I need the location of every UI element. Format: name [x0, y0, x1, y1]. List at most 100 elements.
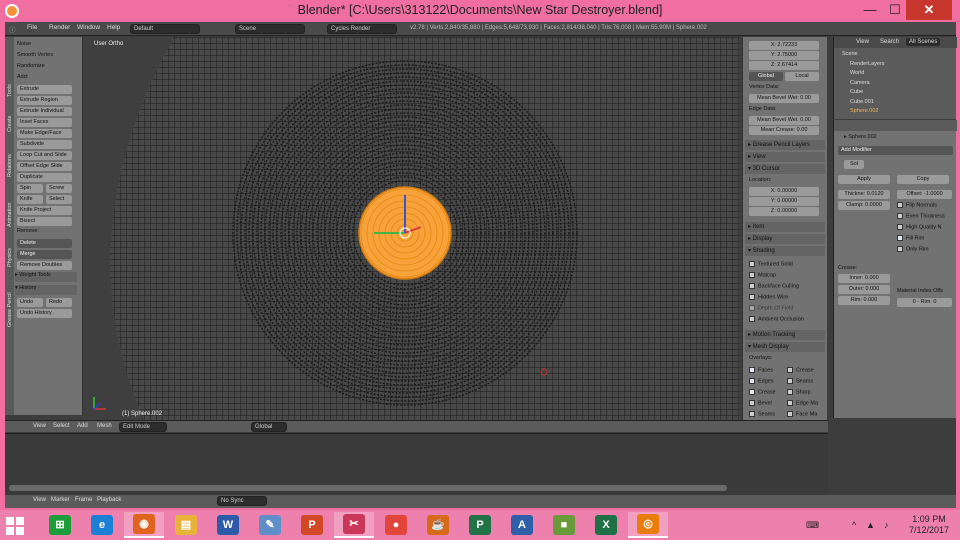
- tray-overflow-icon[interactable]: ^: [852, 520, 856, 530]
- clamp-field[interactable]: Clamp: 0.0000: [838, 201, 890, 210]
- volume-icon[interactable]: ♪: [884, 520, 889, 530]
- tool-panel-header[interactable]: ▾ History: [15, 285, 77, 295]
- panel-motion-tracking[interactable]: ▸ Motion Tracking: [745, 330, 825, 340]
- taskbar-app-chrome[interactable]: ●: [376, 512, 416, 538]
- tl-menu-marker[interactable]: Marker: [51, 497, 70, 503]
- tab-relations[interactable]: Relations: [7, 154, 13, 177]
- tool-button[interactable]: Knife Project: [17, 206, 72, 215]
- orientation-dropdown[interactable]: Global: [251, 422, 287, 432]
- vp-menu-view[interactable]: View: [33, 423, 46, 429]
- mesh-display-option[interactable]: Edge Ma: [787, 400, 818, 406]
- checkbox-icon[interactable]: [749, 389, 755, 395]
- tool-button[interactable]: Knife: [17, 195, 43, 204]
- offset-field[interactable]: Offset: -1.0000: [897, 190, 952, 199]
- shading-depth-of-field[interactable]: Depth Of Field: [749, 305, 793, 311]
- tool-button[interactable]: Undo History: [17, 309, 72, 318]
- vp-menu-select[interactable]: Select: [53, 423, 70, 429]
- checkbox-icon[interactable]: [897, 213, 903, 219]
- outliner-item[interactable]: RenderLayers: [850, 61, 885, 67]
- tool-button[interactable]: Extrude Individual: [17, 107, 72, 116]
- checkbox-icon[interactable]: [787, 367, 793, 373]
- layout-dropdown[interactable]: Default: [130, 24, 200, 34]
- mesh-display-option[interactable]: Sharp: [787, 389, 811, 395]
- panel-3d-cursor[interactable]: ▾ 3D Cursor: [745, 164, 825, 174]
- solidify-option[interactable]: Flip Normals: [897, 202, 937, 208]
- solidify-option[interactable]: Even Thickness: [897, 213, 945, 219]
- vertex-z-field[interactable]: Z: 2.67414: [749, 61, 819, 70]
- taskbar-app-store[interactable]: ⊞: [40, 512, 80, 538]
- thickness-field[interactable]: Thickne: 0.0120: [838, 190, 890, 199]
- shading-backface-culling[interactable]: Backface Culling: [749, 283, 799, 289]
- taskbar-app-writer[interactable]: A: [502, 512, 542, 538]
- taskbar-app-snipping-tool[interactable]: ✂: [334, 512, 374, 538]
- mesh-wireframe[interactable]: [84, 37, 740, 420]
- taskbar-app-word[interactable]: W: [208, 512, 248, 538]
- outliner-display-dropdown[interactable]: All Scenes: [906, 38, 941, 46]
- mesh-display-option[interactable]: Faces: [749, 367, 773, 373]
- checkbox-icon[interactable]: [787, 389, 793, 395]
- tl-menu-frame[interactable]: Frame: [75, 497, 92, 503]
- solidify-option[interactable]: Fill Rim: [897, 235, 924, 241]
- checkbox-icon[interactable]: [897, 224, 903, 230]
- copy-button[interactable]: Copy: [897, 175, 949, 184]
- checkbox-icon[interactable]: [787, 411, 793, 417]
- editor-type-icon[interactable]: ⓘ: [9, 24, 16, 34]
- vertex-x-field[interactable]: X: 2.72233: [749, 41, 819, 50]
- outliner-search-menu[interactable]: Search: [880, 39, 899, 45]
- checkbox-icon[interactable]: [897, 246, 903, 252]
- tool-button[interactable]: Make Edge/Face: [17, 129, 72, 138]
- tool-button[interactable]: Select: [46, 195, 72, 204]
- cursor-x-field[interactable]: X: 0.00000: [749, 187, 819, 196]
- tool-panel-header[interactable]: ▸ Weight Tools: [15, 272, 77, 282]
- taskbar-app-paint[interactable]: ✎: [250, 512, 290, 538]
- tl-menu-view[interactable]: View: [33, 497, 46, 503]
- outer-crease-field[interactable]: Outer: 0.000: [838, 285, 890, 294]
- solidify-option[interactable]: Only Rim: [897, 246, 929, 252]
- close-button[interactable]: ✕: [906, 0, 952, 20]
- add-modifier-dropdown[interactable]: Add Modifier: [838, 146, 953, 155]
- tool-shelf-tabs[interactable]: Tools Create Relations Animation Physics…: [5, 37, 14, 415]
- menu-window[interactable]: Window: [77, 24, 100, 31]
- tool-button[interactable]: Remove Doubles: [17, 261, 72, 270]
- tl-menu-playback[interactable]: Playback: [97, 497, 121, 503]
- taskbar-clock[interactable]: 1:09 PM 7/12/2017: [900, 514, 958, 536]
- mesh-display-option[interactable]: Crease: [787, 367, 814, 373]
- checkbox-icon[interactable]: [749, 294, 755, 300]
- 3d-viewport[interactable]: User Ortho (1) Sphere.002: [84, 37, 740, 420]
- network-icon[interactable]: ▲: [866, 520, 875, 530]
- edge-crease-field[interactable]: Mean Crease: 0.00: [749, 126, 819, 135]
- tool-button[interactable]: Spin: [17, 184, 43, 193]
- panel-grease-pencil-layers[interactable]: ▸ Grease Pencil Layers: [745, 140, 825, 150]
- panel-item[interactable]: ▸ Item: [745, 222, 825, 232]
- shading-matcap[interactable]: Matcap: [749, 272, 776, 278]
- taskbar-app-java[interactable]: ☕: [418, 512, 458, 538]
- checkbox-icon[interactable]: [749, 378, 755, 384]
- checkbox-icon[interactable]: [749, 283, 755, 289]
- solidify-option[interactable]: High Quality N: [897, 224, 941, 230]
- outliner-item[interactable]: World: [850, 70, 864, 76]
- tab-animation[interactable]: Animation: [7, 203, 13, 227]
- edge-bevel-field[interactable]: Mean Bevel Wei: 0.00: [749, 116, 819, 125]
- outliner-item[interactable]: Cube.001: [850, 99, 874, 105]
- mesh-display-option[interactable]: Seams: [749, 411, 775, 417]
- mesh-display-option[interactable]: Seams: [787, 378, 813, 384]
- vp-menu-add[interactable]: Add: [77, 423, 88, 429]
- vertex-y-field[interactable]: Y: 2.75000: [749, 51, 819, 60]
- taskbar-app-internet-explorer[interactable]: e: [82, 512, 122, 538]
- shading-textured-solid[interactable]: Textured Solid: [749, 261, 793, 267]
- tool-button[interactable]: Noise: [17, 41, 31, 47]
- menu-file[interactable]: File: [27, 24, 37, 31]
- timeline-scrollbar[interactable]: [9, 485, 727, 491]
- cursor-y-field[interactable]: Y: 0.00000: [749, 197, 819, 206]
- taskbar-app-file-explorer[interactable]: ▤: [166, 512, 206, 538]
- sync-dropdown[interactable]: No Sync: [217, 496, 267, 506]
- local-toggle[interactable]: Local: [785, 72, 819, 81]
- timeline-editor[interactable]: [5, 433, 828, 495]
- taskbar-app-project[interactable]: P: [460, 512, 500, 538]
- panel-display[interactable]: ▸ Display: [745, 234, 825, 244]
- mesh-display-option[interactable]: Crease: [749, 389, 776, 395]
- outliner-item[interactable]: Scene: [842, 51, 858, 57]
- tool-button[interactable]: Delete: [17, 239, 72, 248]
- checkbox-icon[interactable]: [749, 411, 755, 417]
- tool-button[interactable]: Redo: [46, 298, 72, 307]
